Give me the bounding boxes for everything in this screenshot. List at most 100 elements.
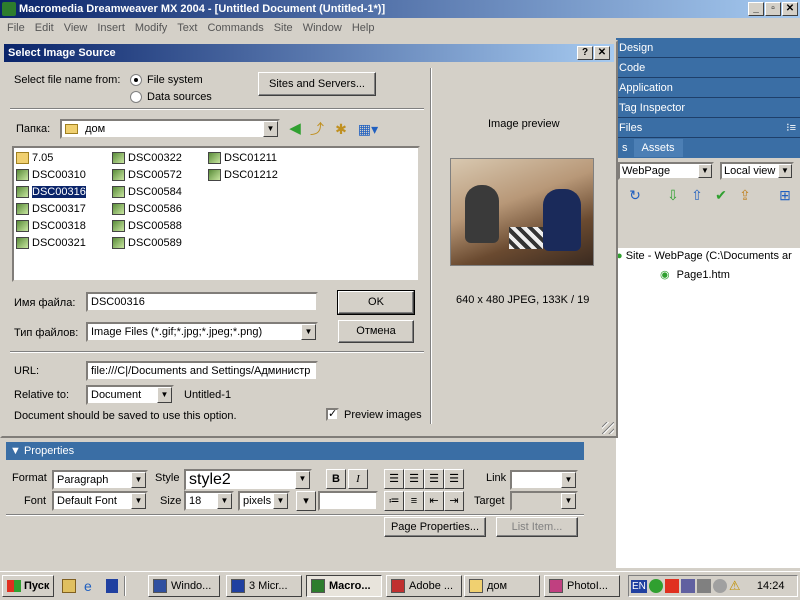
menu-window[interactable]: Window xyxy=(298,22,347,34)
format-select[interactable]: Paragraph ▼ xyxy=(52,470,148,490)
list-item[interactable]: DSC01211 xyxy=(208,150,277,166)
list-item[interactable]: DSC00584 xyxy=(112,184,182,200)
list-item-button[interactable]: List Item... xyxy=(496,517,578,537)
tab-files[interactable]: s xyxy=(616,142,634,154)
list-item[interactable]: DSC00310 xyxy=(16,167,86,183)
back-icon[interactable]: ◀ xyxy=(286,120,304,138)
folder-select[interactable]: дом ▼ xyxy=(60,119,280,139)
help-button[interactable]: ? xyxy=(577,46,593,60)
up-folder-icon[interactable]: ⤴ xyxy=(308,120,326,138)
ordered-list-icon[interactable]: ≡ xyxy=(404,491,424,511)
list-item[interactable]: DSC00321 xyxy=(16,235,86,251)
save-disk-icon[interactable] xyxy=(106,579,118,593)
refresh-icon[interactable]: ↻ xyxy=(626,186,644,204)
menu-insert[interactable]: Insert xyxy=(92,22,130,34)
menu-file[interactable]: File xyxy=(2,22,30,34)
tree-site-root[interactable]: ● Site - WebPage (C:\Documents ar xyxy=(616,250,792,262)
panel-application[interactable]: Application xyxy=(616,78,800,98)
menu-commands[interactable]: Commands xyxy=(202,22,268,34)
list-item[interactable]: DSC00316 xyxy=(16,184,87,200)
task-photoimpact[interactable]: PhotoI... xyxy=(544,575,620,597)
check-in-icon[interactable]: ⇪ xyxy=(736,186,754,204)
properties-header[interactable]: ▼ Properties xyxy=(6,442,584,460)
color-hex-input[interactable] xyxy=(318,491,378,511)
list-item[interactable]: DSC00572 xyxy=(112,167,182,183)
new-folder-icon[interactable]: ✱ xyxy=(332,120,350,138)
size-select[interactable]: 18 ▼ xyxy=(184,491,234,511)
tray-icon[interactable] xyxy=(664,579,679,593)
task-folder[interactable]: дом xyxy=(464,575,540,597)
data-sources-radio[interactable] xyxy=(130,91,142,103)
color-picker-button[interactable]: ▾ xyxy=(296,491,316,511)
link-input[interactable]: ▼ xyxy=(510,470,578,490)
menu-modify[interactable]: Modify xyxy=(130,22,172,34)
minimize-button[interactable]: _ xyxy=(748,2,764,16)
dialog-close-button[interactable]: ✕ xyxy=(594,46,610,60)
warning-icon[interactable]: ⚠ xyxy=(729,579,743,593)
style-select[interactable]: style2 ▼ xyxy=(184,469,312,491)
list-item[interactable]: DSC01212 xyxy=(208,167,278,183)
view-menu-icon[interactable]: ▦▾ xyxy=(356,120,380,138)
menu-site[interactable]: Site xyxy=(269,22,298,34)
font-select[interactable]: Default Font ▼ xyxy=(52,491,148,511)
restore-button[interactable]: ▫ xyxy=(765,2,781,16)
menu-help[interactable]: Help xyxy=(347,22,380,34)
close-button[interactable]: ✕ xyxy=(782,2,798,16)
cancel-button[interactable]: Отмена xyxy=(338,320,414,343)
tree-file-page1[interactable]: ◉ Page1.htm xyxy=(660,268,730,281)
menu-edit[interactable]: Edit xyxy=(30,22,59,34)
list-item[interactable]: DSC00589 xyxy=(112,235,182,251)
resize-grip[interactable] xyxy=(602,422,614,434)
url-input[interactable]: file:///C|/Documents and Settings/Админи… xyxy=(86,361,318,381)
target-select[interactable]: ▼ xyxy=(510,491,578,511)
page-properties-button[interactable]: Page Properties... xyxy=(384,517,486,537)
indent-icon[interactable]: ⇥ xyxy=(444,491,464,511)
menu-view[interactable]: View xyxy=(59,22,93,34)
volume-icon[interactable] xyxy=(696,579,711,593)
menu-text[interactable]: Text xyxy=(172,22,202,34)
panel-options-icon[interactable]: ⁝≡ xyxy=(786,118,796,138)
filetype-select[interactable]: Image Files (*.gif;*.jpg;*.jpeg;*.png) ▼ xyxy=(86,322,318,342)
unit-select[interactable]: pixels ▼ xyxy=(238,491,290,511)
unordered-list-icon[interactable]: ≔ xyxy=(384,491,404,511)
ok-button[interactable]: OK xyxy=(337,290,415,315)
task-word[interactable]: 3 Micr... xyxy=(226,575,302,597)
italic-button[interactable]: I xyxy=(348,469,368,489)
desktop-icon[interactable] xyxy=(62,579,76,593)
network-icon[interactable] xyxy=(680,579,695,593)
relative-to-select[interactable]: Document ▼ xyxy=(86,385,174,405)
tray-icon[interactable] xyxy=(712,579,727,593)
list-item[interactable]: DSC00317 xyxy=(16,201,86,217)
list-item[interactable]: 7.05 xyxy=(16,150,53,166)
preview-images-checkbox[interactable]: ✓ xyxy=(326,408,339,421)
site-select[interactable]: WebPage ▼ xyxy=(618,162,714,180)
task-windows[interactable]: Windo... xyxy=(148,575,220,597)
panel-design[interactable]: Design xyxy=(616,38,800,58)
sites-and-servers-button[interactable]: Sites and Servers... xyxy=(258,72,376,96)
align-justify-icon[interactable]: ☰ xyxy=(444,469,464,489)
task-adobe[interactable]: Adobe ... xyxy=(386,575,462,597)
list-item[interactable]: DSC00588 xyxy=(112,218,182,234)
ie-icon[interactable]: e xyxy=(84,578,92,594)
get-files-icon[interactable]: ⇩ xyxy=(664,186,682,204)
list-item[interactable]: DSC00322 xyxy=(112,150,182,166)
file-system-radio[interactable] xyxy=(130,74,142,86)
align-left-icon[interactable]: ☰ xyxy=(384,469,404,489)
list-item[interactable]: DSC00318 xyxy=(16,218,86,234)
panel-code[interactable]: Code xyxy=(616,58,800,78)
tab-assets[interactable]: Assets xyxy=(633,139,683,157)
check-out-icon[interactable]: ✔ xyxy=(712,186,730,204)
language-indicator[interactable]: EN xyxy=(631,579,647,593)
put-files-icon[interactable]: ⇧ xyxy=(688,186,706,204)
panel-files[interactable]: Files ⁝≡ xyxy=(616,118,800,138)
bold-button[interactable]: B xyxy=(326,469,346,489)
task-macromedia[interactable]: Macro... xyxy=(306,575,382,597)
align-center-icon[interactable]: ☰ xyxy=(404,469,424,489)
list-item[interactable]: DSC00586 xyxy=(112,201,182,217)
view-select[interactable]: Local view ▼ xyxy=(720,162,794,180)
outdent-icon[interactable]: ⇤ xyxy=(424,491,444,511)
start-button[interactable]: Пуск xyxy=(2,575,54,597)
expand-icon[interactable]: ⊞ xyxy=(776,186,794,204)
panel-tag-inspector[interactable]: Tag Inspector xyxy=(616,98,800,118)
align-right-icon[interactable]: ☰ xyxy=(424,469,444,489)
